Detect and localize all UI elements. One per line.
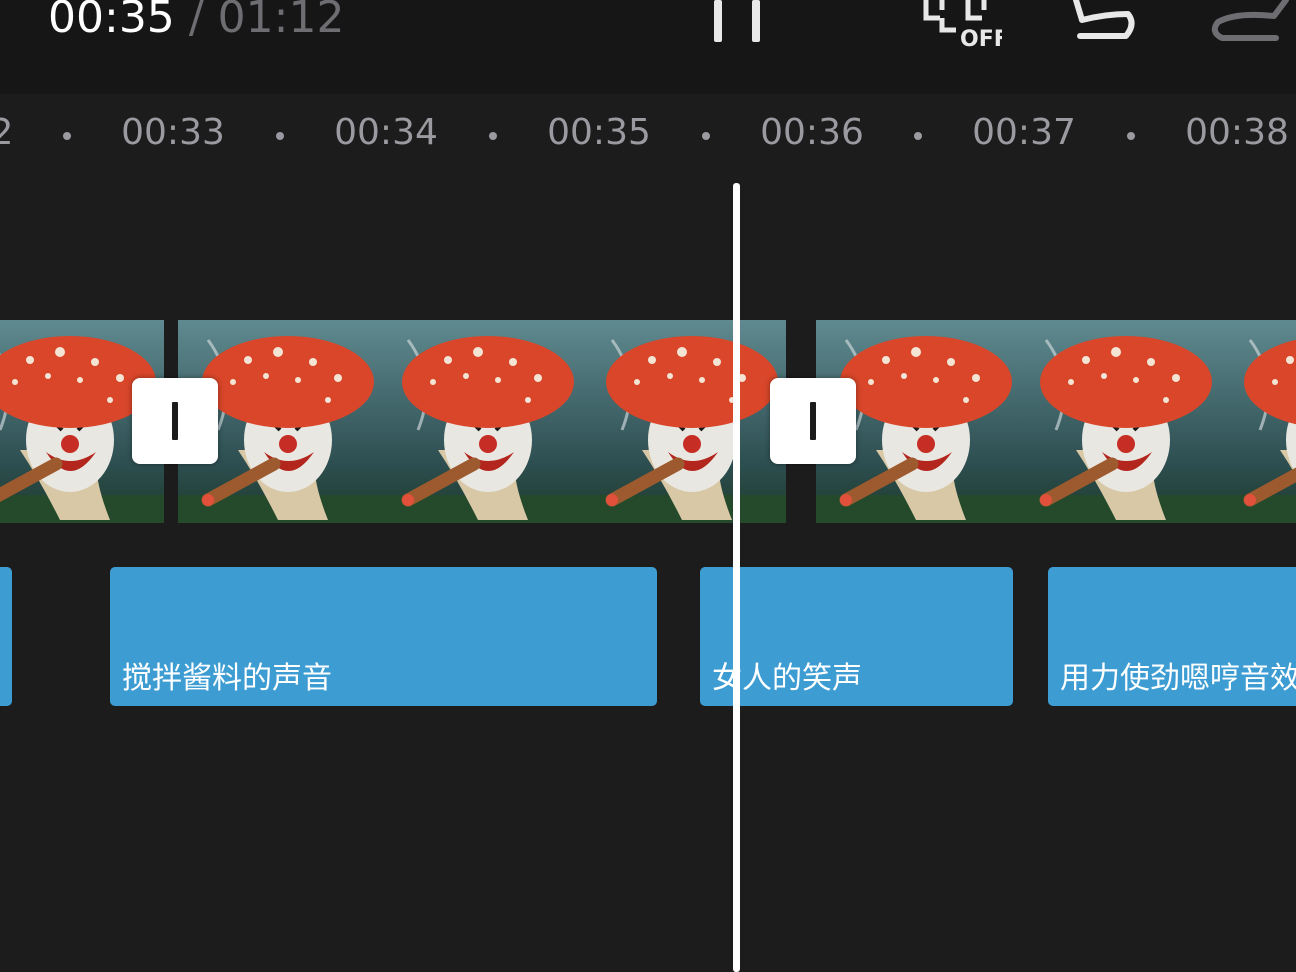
video-thumbnail xyxy=(1220,320,1296,523)
undo-icon[interactable] xyxy=(1066,0,1138,46)
ruler-dot xyxy=(1127,132,1135,140)
ruler-label: 2 xyxy=(0,112,14,153)
ruler-dot xyxy=(914,132,922,140)
ruler-dot xyxy=(276,132,284,140)
sound-clip-stirring-sauce[interactable]: 搅拌酱料的声音 xyxy=(110,567,657,706)
video-thumbnail xyxy=(378,320,582,523)
sound-clip-woman-laughing[interactable]: 女人的笑声 xyxy=(700,567,1013,706)
sound-clip-label: 用力使劲嗯哼音效 xyxy=(1060,661,1296,696)
total-duration: 01:12 xyxy=(217,0,345,43)
ruler-label: 00:38 xyxy=(1185,112,1289,153)
timeline-ruler[interactable]: 2 00:33 00:34 00:35 00:36 00:37 00:38 xyxy=(0,94,1296,178)
transition-icon xyxy=(172,402,178,440)
video-thumbnail xyxy=(1016,320,1220,523)
ruler-label: 00:33 xyxy=(121,112,225,153)
transition-button[interactable] xyxy=(770,378,856,464)
ruler-dot xyxy=(702,132,710,140)
snap-off-text: OFF xyxy=(960,27,1002,50)
sound-clip-label: 搅拌酱料的声音 xyxy=(122,661,332,696)
time-separator: / xyxy=(188,0,204,43)
playhead[interactable] xyxy=(733,183,740,972)
transition-icon xyxy=(810,402,816,440)
sound-clip-prev[interactable] xyxy=(0,567,12,706)
redo-icon[interactable] xyxy=(1206,0,1296,46)
ruler-label: 00:36 xyxy=(760,112,864,153)
video-thumbnail xyxy=(582,320,786,523)
snap-off-icon[interactable]: OFF xyxy=(920,0,1009,52)
ruler-label: 00:34 xyxy=(334,112,438,153)
ruler-dot xyxy=(489,132,497,140)
transition-button[interactable] xyxy=(132,378,218,464)
current-time: 00:35 xyxy=(48,0,175,43)
pause-icon[interactable] xyxy=(708,0,768,44)
playback-time: 00:35 / 01:12 xyxy=(48,0,344,43)
sound-clip-straining-grunt[interactable]: 用力使劲嗯哼音效 xyxy=(1048,567,1296,706)
ruler-label: 00:35 xyxy=(547,112,651,153)
ruler-dot xyxy=(63,132,71,140)
ruler-label: 00:37 xyxy=(972,112,1076,153)
top-toolbar: 00:35 / 01:12 OFF xyxy=(0,0,1296,94)
